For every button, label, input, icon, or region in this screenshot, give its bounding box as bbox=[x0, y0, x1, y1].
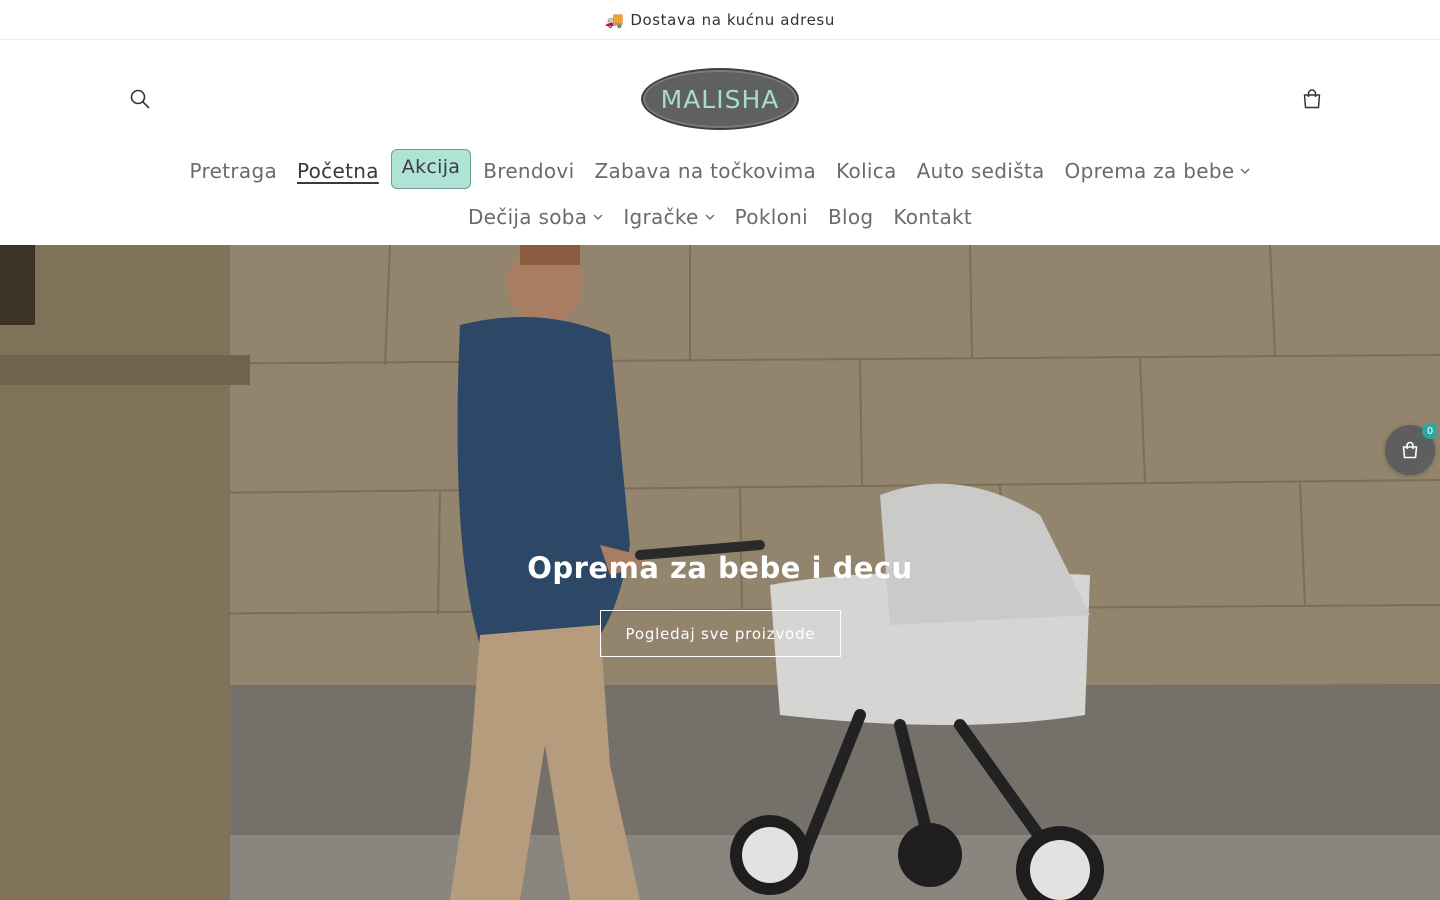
announcement-text: Dostava na kućnu adresu bbox=[630, 10, 835, 29]
nav-item-auto-sedista[interactable]: Auto sedišta bbox=[907, 159, 1055, 183]
search-button[interactable] bbox=[122, 81, 158, 117]
nav-item-kontakt[interactable]: Kontakt bbox=[883, 205, 982, 229]
nav-item-brendovi[interactable]: Brendovi bbox=[473, 159, 584, 183]
nav-item-blog[interactable]: Blog bbox=[818, 205, 883, 229]
announcement-bar: 🚚 Dostava na kućnu adresu bbox=[0, 0, 1440, 40]
nav-item-oprema-za-bebe[interactable]: Oprema za bebe bbox=[1055, 159, 1261, 183]
view-all-products-button[interactable]: Pogledaj sve proizvode bbox=[600, 610, 841, 657]
cart-count-badge: 0 bbox=[1422, 423, 1438, 439]
nav-item-decija-soba[interactable]: Dečija soba bbox=[458, 205, 613, 229]
hero-title: Oprema za bebe i decu bbox=[527, 551, 913, 585]
nav-item-igracke[interactable]: Igračke bbox=[613, 205, 724, 229]
nav-item-pokloni[interactable]: Pokloni bbox=[725, 205, 818, 229]
search-icon bbox=[130, 89, 150, 109]
nav-item-pocetna[interactable]: Početna bbox=[287, 159, 389, 183]
nav-item-zabava-na-tockovima[interactable]: Zabava na točkovima bbox=[584, 159, 826, 183]
cart-button[interactable] bbox=[1294, 81, 1330, 117]
chevron-down-icon bbox=[593, 214, 603, 220]
main-nav-row-1: Pretraga Početna Akcija Brendovi Zabava … bbox=[0, 148, 1440, 194]
nav-item-akcija[interactable]: Akcija bbox=[390, 149, 472, 189]
nav-item-pretraga[interactable]: Pretraga bbox=[180, 159, 287, 183]
logo[interactable]: MALISHA bbox=[640, 66, 800, 132]
cart-icon bbox=[1303, 89, 1321, 109]
chevron-down-icon bbox=[705, 214, 715, 220]
main-nav-row-2: Dečija soba Igračke Pokloni Blog Kontakt bbox=[0, 194, 1440, 240]
nav-item-kolica[interactable]: Kolica bbox=[826, 159, 907, 183]
chevron-down-icon bbox=[1240, 168, 1250, 174]
shopping-bag-icon bbox=[1402, 441, 1418, 459]
logo-badge: MALISHA bbox=[641, 68, 799, 130]
logo-text: MALISHA bbox=[660, 84, 780, 114]
truck-icon: 🚚 bbox=[605, 10, 625, 29]
hero-banner: Oprema za bebe i decu Pogledaj sve proiz… bbox=[0, 245, 1440, 900]
site-header: MALISHA Pretraga Početna Akcija Brendovi… bbox=[0, 40, 1440, 245]
